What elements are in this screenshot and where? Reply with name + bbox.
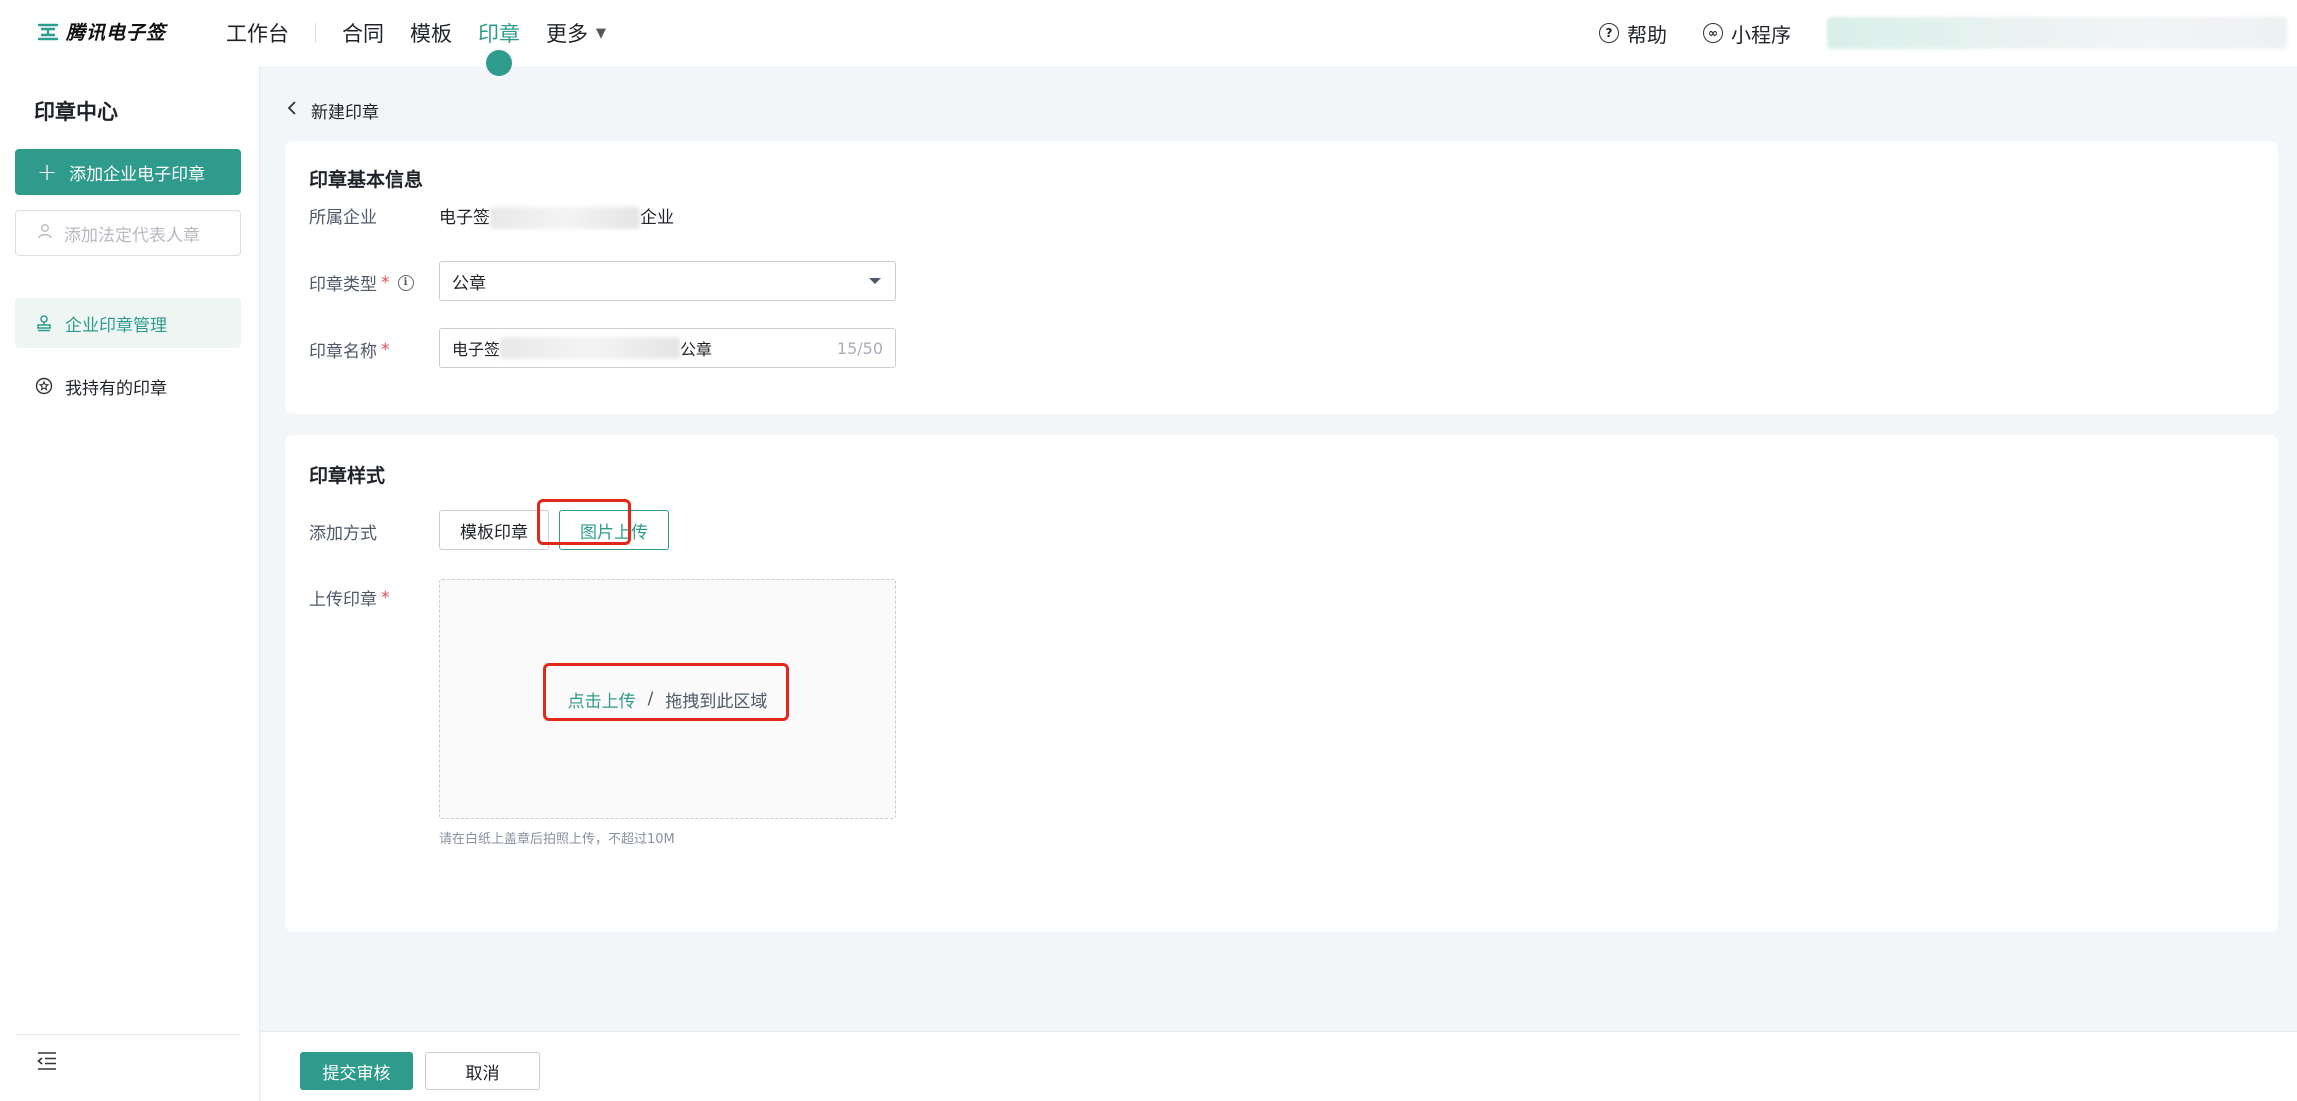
mini-program-icon: ∞ (1703, 23, 1723, 43)
sidebar-divider (15, 1034, 241, 1035)
submit-review-button[interactable]: 提交审核 (300, 1052, 413, 1090)
app-logo[interactable]: 腾讯电子签 (36, 18, 166, 45)
main-nav: 工作台 合同 模板 印章 更多 ▼ (226, 0, 632, 66)
caret-down-icon (869, 278, 881, 284)
collapse-sidebar-icon[interactable] (36, 1051, 58, 1071)
nav-template[interactable]: 模板 (410, 0, 452, 66)
company-value-suffix: 企业 (640, 208, 674, 228)
badge-icon (35, 377, 53, 395)
company-label-text: 所属企业 (309, 208, 377, 228)
image-upload-option[interactable]: 图片上传 (559, 510, 669, 550)
sidebar-item-label: 企业印章管理 (65, 315, 167, 336)
upload-seal-label: 上传印章 * (309, 585, 390, 611)
person-stamp-icon (36, 222, 54, 245)
help-link[interactable]: ? 帮助 (1599, 19, 1667, 48)
required-mark: * (381, 339, 390, 360)
account-info-blurred[interactable] (1827, 17, 2287, 49)
back-link[interactable]: 新建印章 (287, 98, 379, 123)
top-right-actions: ? 帮助 ∞ 小程序 (1599, 0, 2297, 66)
seal-name-input[interactable]: 电子签 公章 15/50 (439, 328, 896, 368)
redacted-text (490, 207, 640, 229)
add-method-toggle: 模板印章 图片上传 (439, 510, 669, 550)
seal-type-value: 公章 (452, 273, 486, 294)
nav-divider (315, 23, 316, 43)
seal-style-title: 印章样式 (309, 465, 386, 487)
add-method-label-text: 添加方式 (309, 524, 377, 544)
basic-info-card: 印章基本信息 所属企业 电子签 企业 印章类型 * i 公章 印章名称 * 电子签… (285, 141, 2278, 414)
plus-icon: + (37, 158, 58, 186)
add-method-label: 添加方式 (309, 519, 377, 544)
nav-more[interactable]: 更多 ▼ (546, 0, 606, 66)
nav-contract[interactable]: 合同 (342, 0, 384, 66)
company-label: 所属企业 (309, 203, 377, 228)
question-circle-icon: ? (1599, 23, 1619, 43)
seal-name-prefix: 电子签 (452, 340, 501, 359)
nav-workbench[interactable]: 工作台 (226, 0, 289, 66)
seal-type-label: 印章类型 * i (309, 270, 414, 295)
click-upload-link[interactable]: 点击上传 (568, 687, 636, 712)
seal-name-label-text: 印章名称 (309, 342, 377, 362)
sidebar-item-enterprise-seals[interactable]: 企业印章管理 (15, 298, 241, 348)
page-title: 新建印章 (311, 103, 379, 123)
upload-separator: / (647, 689, 654, 709)
seal-type-label-text: 印章类型 (309, 275, 377, 295)
required-mark: * (381, 272, 390, 293)
sidebar-title: 印章中心 (34, 100, 118, 124)
sidebar: 印章中心 + 添加企业电子印章 添加法定代表人章 企业印章管理 我持有的印章 (0, 66, 260, 1101)
seal-type-select[interactable]: 公章 (439, 261, 896, 301)
nav-more-label: 更多 (546, 22, 588, 46)
add-legal-rep-seal-button[interactable]: 添加法定代表人章 (15, 210, 241, 256)
mini-program-link[interactable]: ∞ 小程序 (1703, 19, 1791, 48)
upload-hint: 请在白纸上盖章后拍照上传，不超过10M (439, 832, 675, 847)
company-value: 电子签 企业 (439, 203, 674, 229)
add-enterprise-seal-button[interactable]: + 添加企业电子印章 (15, 149, 241, 195)
mini-program-label: 小程序 (1731, 22, 1791, 47)
stamp-icon (35, 314, 53, 332)
logo-text: 腾讯电子签 (66, 22, 167, 44)
chevron-left-icon (287, 100, 297, 121)
top-navigation-bar: 腾讯电子签 工作台 合同 模板 印章 更多 ▼ ? 帮助 ∞ 小程序 (0, 0, 2297, 66)
redacted-text (500, 337, 681, 359)
add-legal-rep-seal-label: 添加法定代表人章 (64, 225, 200, 246)
template-seal-option[interactable]: 模板印章 (439, 510, 549, 550)
logo-mark-icon (36, 20, 60, 44)
info-icon[interactable]: i (397, 274, 414, 291)
char-count: 15/50 (836, 338, 883, 358)
drag-here-text: 拖拽到此区域 (665, 691, 768, 712)
add-enterprise-seal-label: 添加企业电子印章 (69, 164, 206, 185)
upload-seal-label-text: 上传印章 (309, 590, 377, 610)
seal-name-suffix: 公章 (680, 340, 713, 359)
sidebar-item-my-seals[interactable]: 我持有的印章 (15, 361, 241, 411)
upload-dropzone[interactable]: 点击上传 / 拖拽到此区域 (439, 579, 896, 819)
help-label: 帮助 (1627, 22, 1667, 47)
footer-action-bar: 提交审核 取消 (261, 1031, 2297, 1101)
nav-seal[interactable]: 印章 (478, 0, 520, 66)
required-mark: * (381, 587, 390, 608)
caret-down-icon: ▼ (596, 25, 606, 41)
basic-info-title: 印章基本信息 (309, 169, 424, 191)
cancel-button[interactable]: 取消 (425, 1052, 540, 1090)
main-content: 新建印章 印章基本信息 所属企业 电子签 企业 印章类型 * i 公章 印章名称 … (261, 66, 2297, 1031)
seal-name-label: 印章名称 * (309, 337, 390, 363)
seal-style-card: 印章样式 添加方式 模板印章 图片上传 上传印章 * 点击上传 / 拖拽到此区域… (285, 435, 2278, 932)
company-value-prefix: 电子签 (439, 208, 490, 228)
sidebar-item-label: 我持有的印章 (65, 378, 167, 399)
